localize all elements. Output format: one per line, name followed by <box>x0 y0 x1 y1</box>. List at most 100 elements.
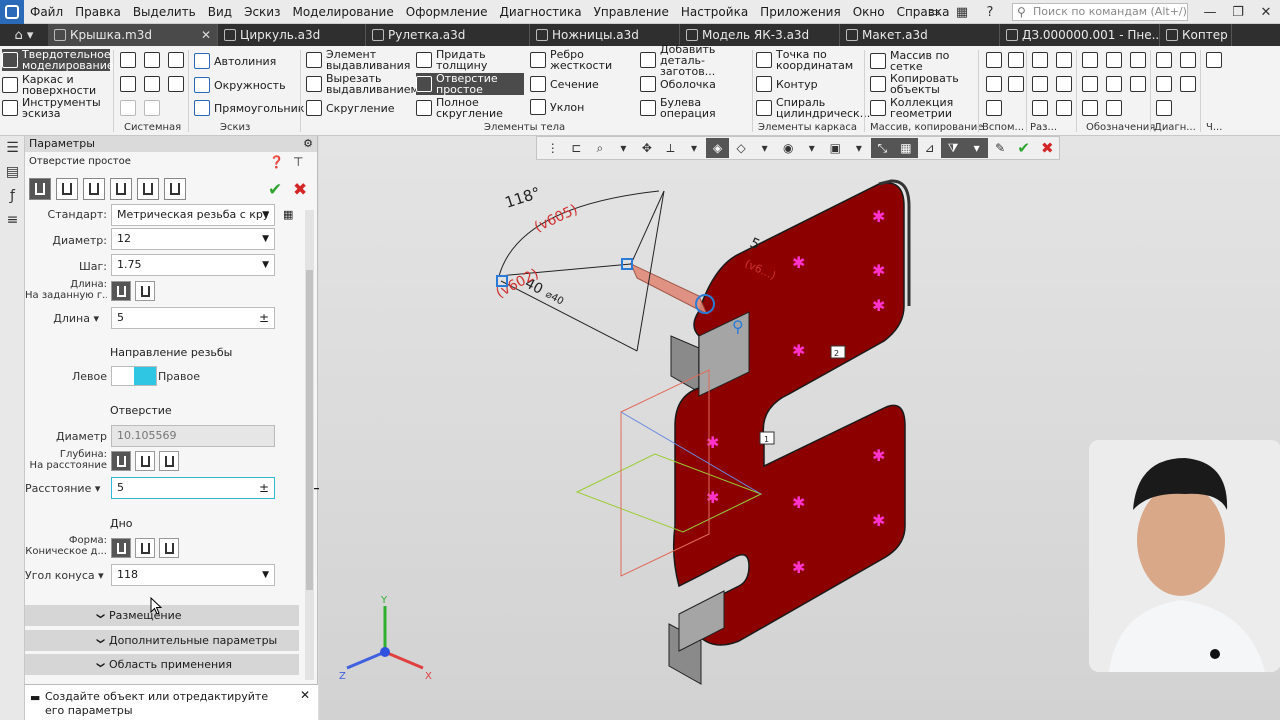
tree-icon[interactable]: ☰ <box>0 136 25 160</box>
plus-minus-icon[interactable]: ± <box>259 478 269 498</box>
plane-icon[interactable] <box>986 52 1002 68</box>
tab-kopter[interactable]: Коптер <box>1160 24 1232 46</box>
fillet-button[interactable]: Скругление <box>306 98 410 118</box>
wireframe-view-icon[interactable]: ◇ <box>729 138 753 158</box>
menu-apps[interactable]: Приложения <box>754 0 847 24</box>
cone-angle-label[interactable]: Угол конуса ▾ <box>25 569 104 582</box>
distance-input[interactable]: 5 ± <box>111 477 275 499</box>
menu-manage[interactable]: Управление <box>588 0 675 24</box>
chevron-down-icon[interactable]: ▾ <box>800 138 824 158</box>
library-icon[interactable]: ▦ <box>283 208 293 221</box>
add-blank-button[interactable]: Добавить деталь-заготов... <box>640 44 750 77</box>
table-icon[interactable] <box>1106 76 1122 92</box>
bottom-conical-button[interactable] <box>111 538 131 558</box>
axis-icon[interactable] <box>1008 52 1024 68</box>
mode-wireframe[interactable]: Каркас и поверхности <box>2 74 110 96</box>
tab-nozhnitsy[interactable]: Ножницы.a3d <box>530 24 680 46</box>
menu-modeling[interactable]: Моделирование <box>286 0 399 24</box>
shaded-view-icon[interactable]: ◈ <box>705 138 730 158</box>
length-to-depth-button[interactable] <box>111 281 131 301</box>
chevron-down-icon[interactable]: ▾ <box>612 138 636 158</box>
leader-icon[interactable] <box>1032 100 1048 116</box>
properties-icon[interactable]: ▤ <box>0 160 25 184</box>
interference-icon[interactable] <box>1180 76 1196 92</box>
pitch-select[interactable]: 1.75 ▼ <box>111 254 275 276</box>
designation-icon[interactable] <box>1082 52 1098 68</box>
save-icon[interactable] <box>168 52 184 68</box>
standard-select[interactable]: Метрическая резьба с кру ▼ <box>111 204 275 226</box>
hide-icon[interactable]: ◉ <box>776 138 800 158</box>
hole-type-2-button[interactable] <box>56 178 78 200</box>
depth-to-object-button[interactable] <box>159 451 179 471</box>
command-search-input[interactable]: Поиск по командам (Alt+/) <box>1012 3 1188 21</box>
length-label[interactable]: Длина ▾ <box>25 312 99 325</box>
hole-type-5-button[interactable] <box>137 178 159 200</box>
open-folder-icon[interactable] <box>144 52 160 68</box>
measure-icon[interactable] <box>1032 52 1048 68</box>
close-icon[interactable]: ✕ <box>300 688 310 702</box>
drawing-view-icon[interactable]: ⊏ <box>565 138 589 158</box>
menu-select[interactable]: Выделить <box>127 0 202 24</box>
grid-array-button[interactable]: Массив по сетке <box>870 50 978 72</box>
check-icon[interactable] <box>1180 52 1196 68</box>
pin-icon[interactable]: ⊤ <box>293 155 303 169</box>
redo-icon[interactable] <box>144 100 160 116</box>
distance-label[interactable]: Расстояние ▾ <box>25 482 100 495</box>
menu-file[interactable]: Файл <box>24 0 69 24</box>
contour-button[interactable]: Контур <box>756 75 862 93</box>
autoline-button[interactable]: Автолиния <box>194 52 276 70</box>
chevron-down-icon[interactable]: ▾ <box>682 138 706 158</box>
thread-direction-toggle[interactable] <box>111 366 157 386</box>
mode-sketch-tools[interactable]: Инструменты эскиза <box>2 97 110 119</box>
copy-objects-button[interactable]: Копировать объекты <box>870 73 978 95</box>
ok-checkmark-icon[interactable]: ✔ <box>1012 138 1036 158</box>
cs-icon[interactable] <box>1008 76 1024 92</box>
scrollbar-thumb[interactable] <box>306 270 313 590</box>
draft-button[interactable]: Уклон <box>530 98 634 116</box>
geometry-collection-button[interactable]: Коллекция геометрии <box>870 97 978 119</box>
section-advanced[interactable]: Дополнительные параметры <box>25 629 299 651</box>
filter-icon[interactable]: ⧩ <box>941 138 965 158</box>
helix-button[interactable]: Спираль цилиндрическ... <box>756 97 870 119</box>
tab-kryshka[interactable]: Крышка.m3d ✕ <box>48 24 218 46</box>
maximize-icon[interactable]: ❐ <box>1224 0 1252 24</box>
thread-icon[interactable] <box>1056 52 1072 68</box>
layers-icon[interactable]: ≡ <box>0 208 25 232</box>
plus-minus-icon[interactable]: ± <box>259 308 269 328</box>
depth-distance-button[interactable] <box>111 451 131 471</box>
undo-icon[interactable] <box>120 100 136 116</box>
menu-settings[interactable]: Настройка <box>675 0 754 24</box>
minimize-icon[interactable]: — <box>1196 0 1224 24</box>
length-input[interactable]: 5 ± <box>111 307 275 329</box>
line-icon[interactable] <box>986 100 1002 116</box>
rectangle-button[interactable]: Прямоугольник <box>194 99 304 117</box>
hole-type-threaded-button[interactable] <box>29 178 51 200</box>
menu-sketch[interactable]: Эскиз <box>238 0 286 24</box>
section-button[interactable]: Сечение <box>530 75 634 93</box>
bottom-flat-button[interactable] <box>135 538 155 558</box>
copy-icon[interactable] <box>168 76 184 92</box>
grid-icon[interactable]: ▦ <box>948 0 976 24</box>
ok-checkmark-icon[interactable]: ✔ <box>268 180 282 200</box>
chevron-down-icon[interactable]: ▾ <box>753 138 777 158</box>
new-file-icon[interactable] <box>120 52 136 68</box>
home-icon[interactable]: ⌂ ▾ <box>0 24 48 46</box>
base-icon[interactable] <box>1056 76 1072 92</box>
menu-window[interactable]: Окно <box>847 0 891 24</box>
chevron-down-icon[interactable]: ▾ <box>964 138 989 158</box>
hole-type-6-button[interactable] <box>164 178 186 200</box>
full-fillet-button[interactable]: Полное скругление <box>416 97 524 119</box>
menu-view[interactable]: Вид <box>202 0 238 24</box>
simple-hole-button[interactable]: Отверстие простое <box>416 73 524 95</box>
cut-extrude-button[interactable]: Вырезать выдавливанием <box>306 73 419 95</box>
section-scope[interactable]: Область применения <box>25 653 299 675</box>
snap-icon[interactable]: ⤡ <box>870 138 895 158</box>
menu-diagnostics[interactable]: Диагностика <box>494 0 588 24</box>
cone-angle-select[interactable]: 118 ▼ <box>111 564 275 586</box>
roughness-icon[interactable] <box>1032 76 1048 92</box>
tolerance-icon[interactable] <box>1106 52 1122 68</box>
close-icon[interactable]: ✕ <box>1252 0 1280 24</box>
offset-plane-icon[interactable] <box>986 76 1002 92</box>
tab-dz[interactable]: ДЗ.000000.001 - Пне... <box>1000 24 1160 46</box>
circle-button[interactable]: Окружность <box>194 76 286 94</box>
